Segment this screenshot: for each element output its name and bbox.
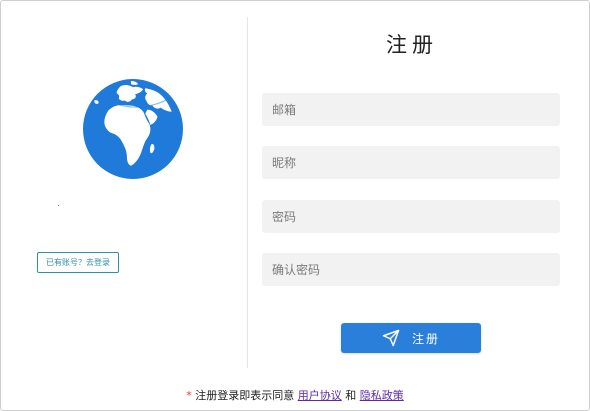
agreement-text: * 注册登录即表示同意 用户协议 和 隐私政策 [1,387,589,403]
page-title: 注册 [386,33,438,57]
left-panel: 已有账号？去登录 [1,1,247,371]
email-field[interactable] [262,93,560,126]
login-link-button[interactable]: 已有账号？去登录 [37,252,119,273]
right-panel: 注册 注册 [248,1,589,371]
nickname-field[interactable] [262,146,560,179]
agreement-prefix: 注册登录即表示同意 [195,389,295,402]
globe-icon [83,79,183,179]
register-button[interactable]: 注册 [341,323,481,353]
send-icon [382,329,400,347]
agreement-and: 和 [345,389,357,402]
confirm-password-field[interactable] [262,253,560,286]
password-field[interactable] [262,200,560,233]
user-agreement-link[interactable]: 用户协议 [298,389,342,402]
decor-dot [58,205,59,206]
privacy-policy-link[interactable]: 隐私政策 [360,389,404,402]
register-dialog: 已有账号？去登录 注册 注册 * 注册登录即表示同意 用户协议 和 隐私政策 [0,0,590,411]
required-asterisk: * [186,389,192,402]
register-button-label: 注册 [411,331,440,346]
